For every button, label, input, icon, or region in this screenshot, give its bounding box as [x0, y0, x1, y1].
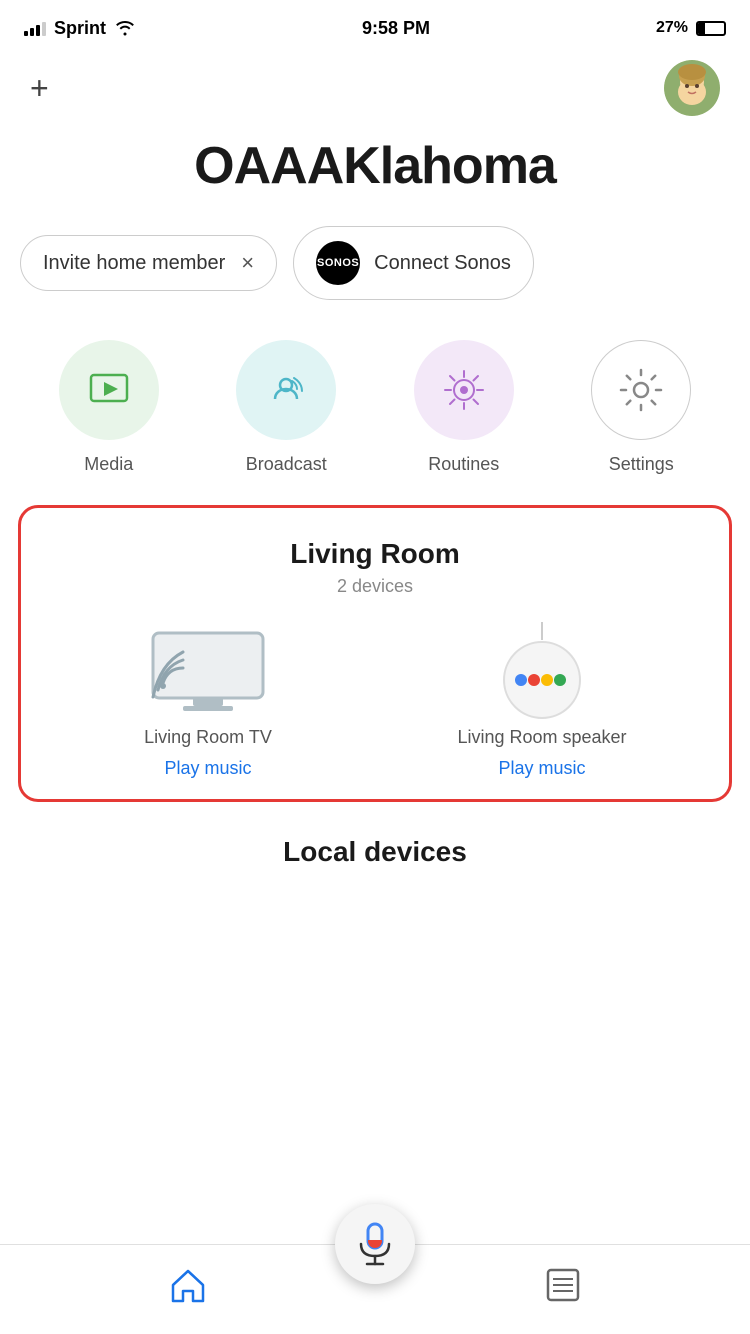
chromecast-tv-icon: [148, 628, 268, 716]
sonos-logo-text: SONOS: [317, 257, 359, 269]
tv-play-music-button[interactable]: Play music: [164, 758, 251, 779]
sonos-label: Connect Sonos: [374, 252, 511, 275]
quick-actions: Media Broadcast: [0, 330, 750, 505]
settings-label: Settings: [609, 454, 674, 475]
living-room-tv-device[interactable]: Living Room TV Play music: [58, 627, 359, 779]
broadcast-label: Broadcast: [246, 454, 327, 475]
room-device-count: 2 devices: [41, 576, 709, 597]
media-circle: [59, 340, 159, 440]
invite-home-member-button[interactable]: Invite home member ×: [20, 235, 277, 291]
list-nav-icon: [543, 1265, 583, 1305]
sonos-logo: SONOS: [316, 241, 360, 285]
wifi-icon: [114, 20, 136, 36]
action-row: Invite home member × SONOS Connect Sonos: [0, 226, 750, 330]
mic-fab-container: [335, 1204, 415, 1284]
status-bar: Sprint 9:58 PM 27%: [0, 0, 750, 50]
list-nav-button[interactable]: [503, 1255, 623, 1315]
room-name: Living Room: [41, 538, 709, 570]
speaker-play-music-button[interactable]: Play music: [498, 758, 585, 779]
home-nav-button[interactable]: [128, 1255, 248, 1315]
settings-icon: [616, 365, 666, 415]
google-home-icon: [497, 622, 587, 722]
broadcast-circle: [236, 340, 336, 440]
connect-sonos-button[interactable]: SONOS Connect Sonos: [293, 226, 534, 300]
status-time: 9:58 PM: [362, 18, 430, 39]
add-button[interactable]: +: [30, 70, 49, 107]
living-room-speaker-device[interactable]: Living Room speaker Play music: [392, 627, 693, 779]
media-action[interactable]: Media: [59, 340, 159, 475]
avatar-image: [664, 60, 720, 116]
close-icon[interactable]: ×: [241, 250, 254, 276]
status-left: Sprint: [24, 18, 136, 39]
living-room-card: Living Room 2 devices Livin: [18, 505, 732, 802]
media-label: Media: [84, 454, 133, 475]
mic-fab-button[interactable]: [335, 1204, 415, 1284]
routines-label: Routines: [428, 454, 499, 475]
signal-icon: [24, 20, 46, 36]
home-name: OAAAKlahoma: [0, 126, 750, 226]
settings-action[interactable]: Settings: [591, 340, 691, 475]
mic-icon: [357, 1222, 393, 1266]
media-icon: [86, 367, 132, 413]
avatar[interactable]: [664, 60, 720, 116]
status-right: 27%: [656, 19, 726, 37]
broadcast-action[interactable]: Broadcast: [236, 340, 336, 475]
carrier-label: Sprint: [54, 18, 106, 39]
speaker-icon: [497, 627, 587, 717]
room-devices: Living Room TV Play music Living: [41, 627, 709, 779]
routines-action[interactable]: Routines: [414, 340, 514, 475]
tv-device-name: Living Room TV: [144, 727, 272, 748]
home-nav-icon: [168, 1265, 208, 1305]
battery-percentage: 27%: [656, 19, 688, 37]
local-devices-title: Local devices: [0, 826, 750, 888]
settings-circle: [591, 340, 691, 440]
broadcast-icon: [263, 367, 309, 413]
speaker-device-name: Living Room speaker: [457, 727, 626, 748]
routines-circle: [414, 340, 514, 440]
header: +: [0, 50, 750, 126]
invite-label: Invite home member: [43, 252, 225, 275]
tv-icon: [148, 627, 268, 717]
battery-icon: [696, 21, 726, 36]
routines-icon: [439, 365, 489, 415]
